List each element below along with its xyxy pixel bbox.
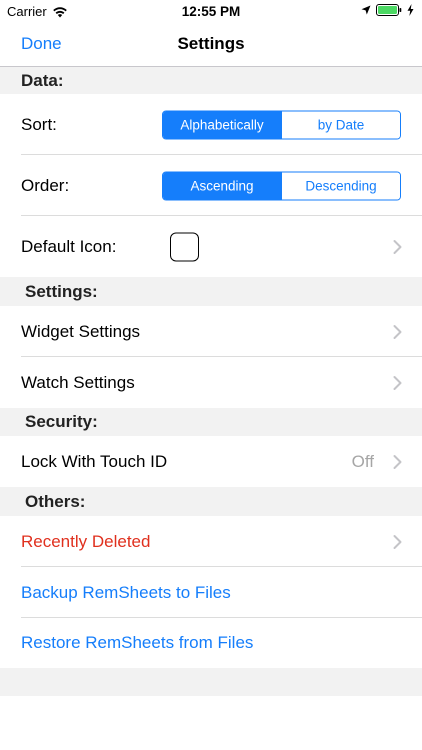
status-right	[361, 4, 414, 16]
sort-alphabetically-segment[interactable]: Alphabetically	[163, 111, 281, 138]
watch-settings-label: Watch Settings	[21, 372, 135, 392]
chevron-right-icon	[393, 534, 402, 549]
chevron-right-icon	[393, 454, 402, 469]
order-row: Order: Ascending Descending	[0, 155, 422, 216]
navigation-bar: Done Settings	[0, 22, 422, 67]
order-segmented-control: Ascending Descending	[162, 171, 401, 200]
sort-label: Sort:	[21, 114, 57, 134]
default-icon-row[interactable]: Default Icon:	[0, 216, 422, 277]
location-arrow-icon	[361, 5, 371, 15]
charging-bolt-icon	[407, 4, 414, 16]
restore-button[interactable]: Restore RemSheets from Files	[21, 633, 253, 653]
sort-row: Sort: Alphabetically by Date	[0, 94, 422, 155]
page-title: Settings	[177, 34, 245, 53]
battery-icon	[376, 4, 402, 16]
restore-row[interactable]: Restore RemSheets from Files	[0, 618, 422, 668]
order-ascending-segment[interactable]: Ascending	[163, 172, 281, 199]
sort-by-date-segment[interactable]: by Date	[281, 111, 400, 138]
order-label: Order:	[21, 175, 70, 195]
status-time: 12:55 PM	[181, 4, 241, 19]
chevron-right-icon	[393, 324, 402, 339]
status-bar: Carrier 12:55 PM	[0, 0, 422, 22]
section-header-label: Security:	[25, 412, 98, 431]
watch-settings-row[interactable]: Watch Settings	[0, 357, 422, 408]
table-footer	[0, 668, 422, 696]
default-icon-preview	[170, 232, 199, 261]
section-header-others: Others:	[0, 487, 422, 516]
section-header-settings: Settings:	[0, 277, 422, 306]
section-header-label: Settings:	[25, 281, 98, 301]
sort-segmented-control: Alphabetically by Date	[162, 110, 401, 139]
widget-settings-row[interactable]: Widget Settings	[0, 306, 422, 357]
section-header-security: Security:	[0, 408, 422, 436]
section-header-label: Data:	[21, 70, 64, 90]
recently-deleted-row[interactable]: Recently Deleted	[0, 516, 422, 567]
section-header-data: Data:	[0, 67, 422, 94]
backup-row[interactable]: Backup RemSheets to Files	[0, 567, 422, 618]
backup-button[interactable]: Backup RemSheets to Files	[21, 583, 231, 603]
lock-touch-id-row[interactable]: Lock With Touch ID Off	[0, 436, 422, 487]
widget-settings-label: Widget Settings	[21, 321, 141, 341]
default-icon-label: Default Icon:	[21, 236, 117, 256]
order-descending-segment[interactable]: Descending	[281, 172, 400, 199]
chevron-right-icon	[393, 375, 402, 390]
lock-touch-id-label: Lock With Touch ID	[21, 451, 168, 471]
recently-deleted-label: Recently Deleted	[21, 531, 151, 551]
chevron-right-icon	[393, 239, 402, 254]
lock-touch-id-value: Off	[351, 451, 374, 471]
section-header-label: Others:	[25, 491, 86, 511]
